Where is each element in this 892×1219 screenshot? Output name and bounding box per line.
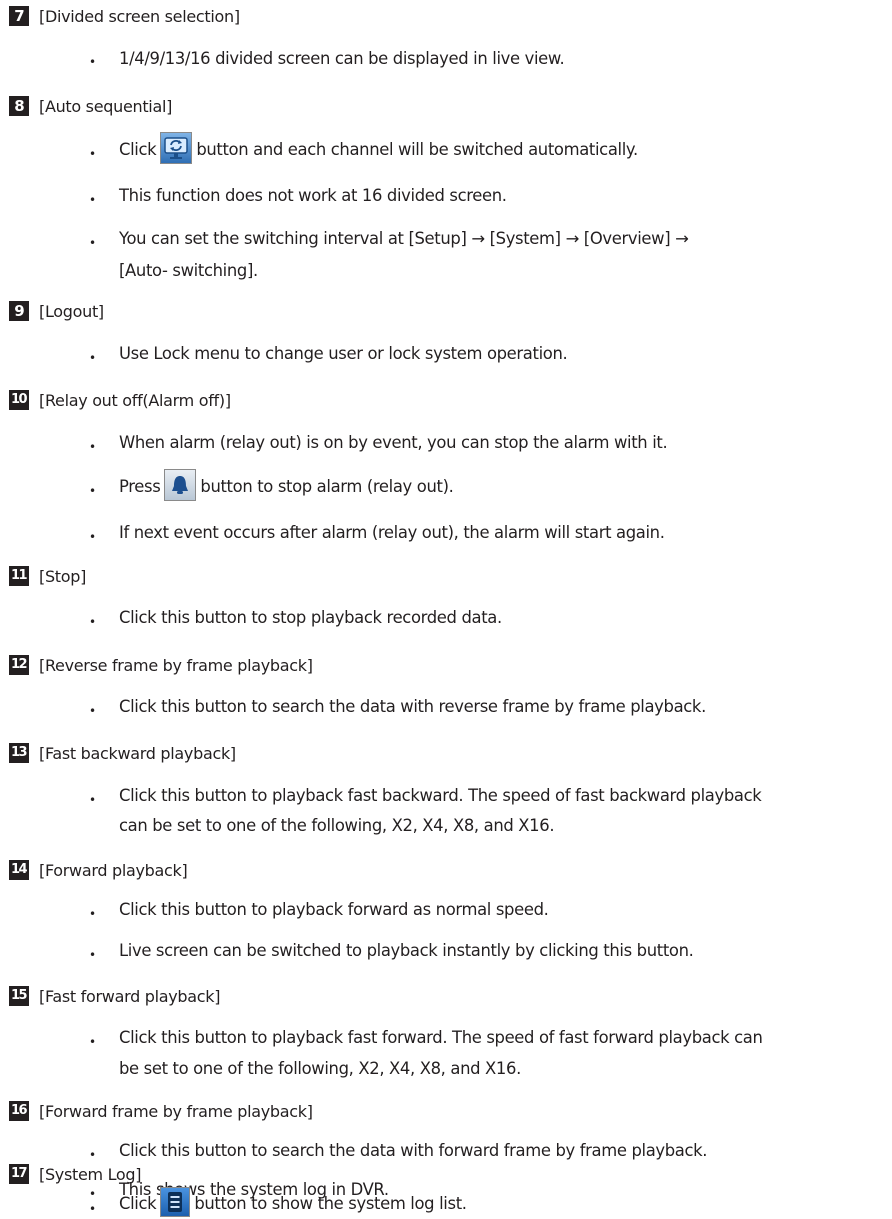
section-title: [Fast forward playback] (39, 986, 221, 1006)
bullet-icon: • (89, 236, 97, 250)
list-item-line-2: [Auto- switching]. (119, 261, 258, 280)
bullet-icon: • (89, 1148, 97, 1162)
item-text-after: button to stop alarm (relay out). (200, 477, 454, 496)
system-log-list-icon (160, 1186, 191, 1217)
section-title: [Forward playback] (39, 860, 188, 880)
section-title: [Forward frame by frame playback] (39, 1101, 313, 1121)
list-item: Live screen can be switched to playback … (119, 941, 694, 960)
list-item: Click this button to stop playback recor… (119, 608, 502, 627)
list-item-line-1: Click this button to playback fast backw… (119, 786, 762, 805)
bullet-icon: • (89, 55, 97, 69)
section-number-badge: 8 (9, 96, 29, 116)
bullet-icon: • (89, 351, 97, 365)
list-item-line-2: can be set to one of the following, X2, … (119, 816, 555, 835)
list-item-line-2: be set to one of the following, X2, X4, … (119, 1059, 521, 1078)
list-item: Click this button to search the data wit… (119, 697, 706, 716)
section-8-heading: 8 [Auto sequential] (9, 96, 172, 116)
section-number-badge: 10 (9, 390, 29, 410)
section-title: [Stop] (39, 566, 87, 586)
section-number-badge: 16 (9, 1101, 29, 1121)
item-text-after: button to show the system log list. (194, 1194, 467, 1213)
list-item: 1/4/9/13/16 divided screen can be displa… (119, 49, 565, 68)
section-title: [Auto sequential] (39, 96, 173, 116)
item-text-before: Click (119, 140, 157, 159)
section-number-badge: 7 (9, 6, 29, 26)
section-15-heading: 15 [Fast forward playback] (9, 986, 220, 1006)
section-number-badge: 15 (9, 986, 29, 1006)
section-title: [Relay out off(Alarm off)] (39, 390, 231, 410)
auto-sequential-monitor-icon (160, 131, 193, 164)
section-number-badge: 11 (9, 566, 29, 586)
item-text-after: button and each channel will be switched… (196, 140, 638, 159)
list-item-line-1: Click this button to playback fast forwa… (119, 1028, 763, 1047)
section-10-heading: 10 [Relay out off(Alarm off)] (9, 390, 231, 410)
bullet-icon: • (89, 530, 97, 544)
section-title: [Fast backward playback] (39, 743, 236, 763)
manual-page: 7 [Divided screen selection] • 1/4/9/13/… (0, 0, 892, 1218)
list-item: Click button and each channel will be sw… (119, 131, 638, 164)
bullet-icon: • (89, 1202, 97, 1216)
item-text-before: Press (119, 477, 161, 496)
list-item: Click this button to playback forward as… (119, 900, 549, 919)
bullet-icon: • (89, 147, 97, 161)
list-item: If next event occurs after alarm (relay … (119, 523, 665, 542)
list-item: This function does not work at 16 divide… (119, 186, 507, 205)
bullet-icon: • (89, 440, 97, 454)
alarm-bell-icon (164, 468, 197, 501)
section-title: [Divided screen selection] (39, 6, 240, 26)
bullet-icon: • (89, 193, 97, 207)
bullet-icon: • (89, 615, 97, 629)
section-12-heading: 12 [Reverse frame by frame playback] (9, 655, 313, 675)
list-item: Click this button to search the data wit… (119, 1141, 708, 1160)
bullet-icon: • (89, 704, 97, 718)
list-item: Press button to stop alarm (relay out). (119, 468, 454, 501)
list-item-line-1: You can set the switching interval at [S… (119, 229, 689, 248)
section-9-heading: 9 [Logout] (9, 301, 104, 321)
list-item: Click button to show the system log list… (119, 1186, 467, 1218)
item-text-before: Click (119, 1194, 157, 1213)
bullet-icon: • (89, 484, 97, 498)
section-11-heading: 11 [Stop] (9, 566, 86, 586)
list-item: Use Lock menu to change user or lock sys… (119, 344, 568, 363)
section-number-badge: 13 (9, 743, 29, 763)
section-number-badge: 17 (9, 1164, 29, 1184)
section-number-badge: 9 (9, 301, 29, 321)
section-14-heading: 14 [Forward playback] (9, 860, 188, 880)
section-number-badge: 14 (9, 860, 29, 880)
bullet-icon: • (89, 1035, 97, 1049)
bullet-icon: • (89, 948, 97, 962)
section-title: [Logout] (39, 301, 104, 321)
section-title: [Reverse frame by frame playback] (39, 655, 313, 675)
section-16-heading: 16 [Forward frame by frame playback] (9, 1101, 313, 1121)
bullet-icon: • (89, 907, 97, 921)
section-13-heading: 13 [Fast backward playback] (9, 743, 236, 763)
list-item: When alarm (relay out) is on by event, y… (119, 433, 668, 452)
section-7-heading: 7 [Divided screen selection] (9, 6, 240, 26)
section-number-badge: 12 (9, 655, 29, 675)
bullet-icon: • (89, 793, 97, 807)
